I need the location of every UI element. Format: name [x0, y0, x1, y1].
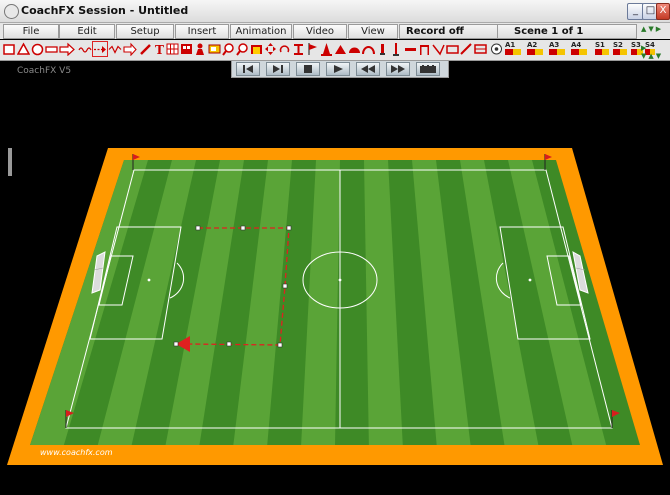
svg-text:T: T — [155, 43, 164, 56]
right-penalty-spot — [528, 278, 532, 282]
rewind-button[interactable] — [356, 62, 380, 76]
drawing-toolbar: T A1 A2 A3 A4 S1 S2 S3 S4 ▶ ▼▲▼ — [0, 40, 670, 61]
team-a4-label: A4 — [571, 41, 582, 49]
menu-insert[interactable]: Insert — [175, 24, 229, 39]
pitch-canvas[interactable] — [0, 61, 670, 492]
menu-video[interactable]: Video — [293, 24, 347, 39]
pass-path-tool-icon[interactable] — [92, 41, 108, 57]
path-handle[interactable] — [195, 225, 201, 231]
line-icon[interactable] — [404, 42, 417, 56]
zoom-in-icon[interactable] — [222, 42, 235, 56]
menu-bar: File Edit Setup Insert Animation Video V… — [0, 23, 670, 39]
menu-file[interactable]: File — [3, 24, 59, 39]
marker-icon[interactable] — [376, 42, 389, 56]
path-handle[interactable] — [240, 225, 246, 231]
dribble-path-icon[interactable] — [78, 42, 92, 56]
bench-icon[interactable] — [474, 42, 487, 56]
player-icon[interactable] — [194, 42, 207, 56]
zoom-out-icon[interactable] — [236, 42, 249, 56]
website-label: www.coachfx.com — [40, 448, 113, 457]
playback-bar — [231, 60, 449, 78]
menu-setup[interactable]: Setup — [116, 24, 174, 39]
record-status: Record off — [399, 24, 502, 39]
ball-icon[interactable] — [490, 42, 503, 56]
film-icon[interactable] — [416, 62, 440, 76]
app-icon — [4, 4, 19, 19]
pole-icon[interactable] — [390, 42, 403, 56]
path-handle[interactable] — [226, 341, 232, 347]
step-forward-button[interactable] — [266, 62, 290, 76]
skip-start-button[interactable] — [236, 62, 260, 76]
team-s1-tool[interactable]: S1 — [595, 42, 613, 56]
team-s2-label: S2 — [613, 41, 623, 49]
ladder-icon[interactable] — [432, 42, 445, 56]
circle-tool-icon[interactable] — [31, 42, 44, 56]
disc-icon[interactable] — [334, 42, 347, 56]
toolbar-scroll-icons[interactable]: ▶ ▼▲▼ — [641, 44, 663, 60]
stop-button[interactable] — [296, 62, 320, 76]
bar-tool-icon[interactable] — [45, 42, 58, 56]
rebounder-icon[interactable] — [460, 42, 473, 56]
cone-icon[interactable] — [320, 42, 333, 56]
path-handle[interactable] — [282, 283, 288, 289]
grid-icon[interactable] — [166, 42, 179, 56]
team-a1-label: A1 — [505, 41, 516, 49]
side-panel-toggle[interactable] — [8, 148, 12, 176]
scoreboard-icon[interactable] — [180, 42, 193, 56]
move-icon[interactable] — [264, 42, 277, 56]
team-s1-label: S1 — [595, 41, 605, 49]
zigzag-arrow-icon[interactable] — [123, 42, 137, 56]
app-watermark: CoachFX V5 — [17, 66, 72, 76]
pencil-icon[interactable] — [139, 42, 152, 56]
window-title: CoachFX Session - Untitled — [21, 4, 189, 17]
centre-spot — [338, 278, 342, 282]
path-handle[interactable] — [173, 341, 179, 347]
triangle-tool-icon[interactable] — [17, 42, 30, 56]
rotate-icon[interactable] — [278, 42, 291, 56]
text-tool-icon[interactable]: T — [153, 42, 166, 56]
path-handle[interactable] — [286, 225, 292, 231]
flag-icon[interactable] — [306, 42, 319, 56]
team-s2-tool[interactable]: S2 — [613, 42, 631, 56]
menu-view[interactable]: View — [348, 24, 398, 39]
scene-nav-icons[interactable]: ▲▼▶ — [641, 25, 663, 33]
arrow-tool-icon[interactable] — [59, 42, 75, 56]
mini-goal-icon[interactable] — [446, 42, 459, 56]
left-penalty-spot — [147, 278, 151, 282]
path-handle[interactable] — [277, 342, 283, 348]
mannequin-icon[interactable] — [292, 42, 305, 56]
fast-forward-button[interactable] — [386, 62, 410, 76]
run-path-icon[interactable] — [108, 42, 122, 56]
team-a2-tool[interactable]: A2 — [527, 42, 547, 56]
team-a2-label: A2 — [527, 41, 538, 49]
play-button[interactable] — [326, 62, 350, 76]
hurdle-icon[interactable] — [418, 42, 431, 56]
team-s3-label: S3 — [631, 41, 641, 49]
team-a3-tool[interactable]: A3 — [549, 42, 569, 56]
close-button[interactable]: X — [656, 3, 670, 20]
half-disc-icon[interactable] — [348, 42, 361, 56]
video-icon[interactable] — [208, 42, 221, 56]
team-a1-tool[interactable]: A1 — [505, 42, 525, 56]
square-tool-icon[interactable] — [3, 42, 16, 56]
team-a4-tool[interactable]: A4 — [571, 42, 591, 56]
menu-edit[interactable]: Edit — [59, 24, 115, 39]
team-a3-label: A3 — [549, 41, 560, 49]
arc-icon[interactable] — [362, 42, 375, 56]
pitch-svg[interactable] — [0, 61, 670, 492]
goal-icon[interactable] — [250, 42, 263, 56]
scene-indicator: Scene 1 of 1 — [497, 24, 637, 39]
title-bar: CoachFX Session - Untitled _ □ X — [0, 0, 670, 23]
menu-animation[interactable]: Animation — [230, 24, 292, 39]
